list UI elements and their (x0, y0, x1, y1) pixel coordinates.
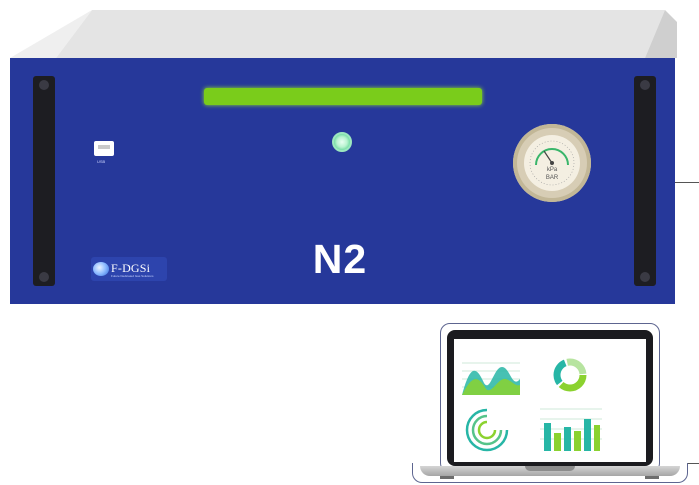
pressure-gauge-icon: kPa BAR (513, 124, 591, 202)
bar-chart-icon (540, 408, 602, 451)
status-display-bar (204, 88, 482, 105)
laptop-screen[interactable] (454, 339, 646, 462)
donut-chart-icon (553, 358, 587, 392)
usb-port-icon[interactable] (94, 141, 114, 156)
connector-line (675, 182, 699, 183)
gauge-unit-kpa: kPa (546, 167, 558, 173)
right-rack-handle[interactable] (634, 76, 656, 286)
brand-logo: F-DGSi Future Dedicated Gas Solutions (91, 257, 167, 281)
gauge-dial-icon (529, 140, 575, 186)
rack-top-cover (10, 10, 677, 58)
radial-arcs-icon (465, 408, 509, 452)
area-chart-icon (462, 362, 520, 395)
gauge-face: kPa BAR (524, 135, 580, 191)
usb-label: USB (97, 159, 106, 164)
gauge-unit-bar: BAR (545, 175, 559, 181)
power-button[interactable] (332, 132, 352, 152)
logo-tagline: Future Dedicated Gas Solutions (111, 274, 154, 278)
laptop-base-outline (412, 463, 688, 483)
left-rack-handle[interactable] (33, 76, 55, 286)
gas-type-label: N2 (312, 236, 368, 282)
logo-globe-icon (93, 262, 109, 276)
laptop-connector-line (688, 463, 699, 464)
